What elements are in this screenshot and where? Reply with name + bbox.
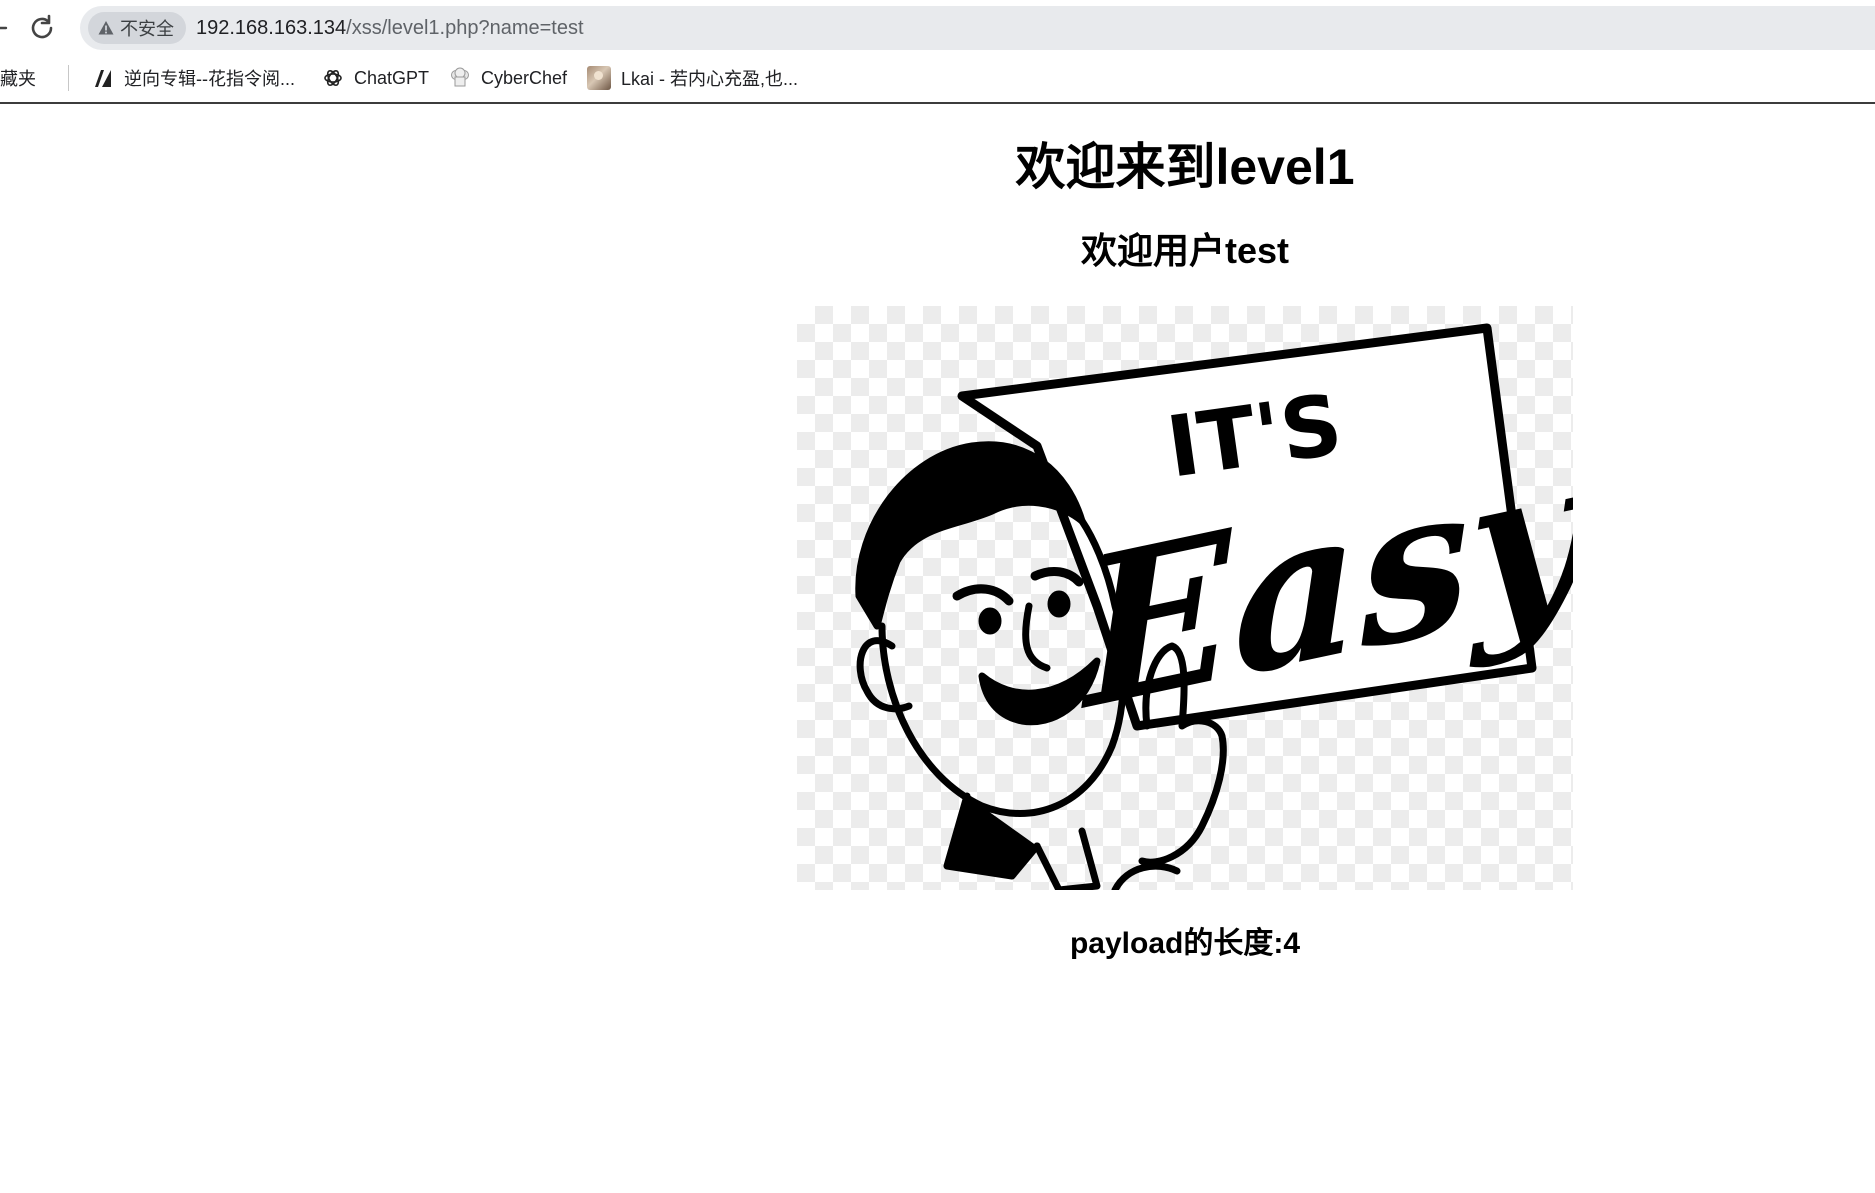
zhihu-style-icon [95, 70, 111, 87]
bookmark-label: Lkai - 若内心充盈,也... [621, 69, 799, 89]
its-easy-image: IT'S Easy [797, 306, 1573, 890]
chef-hat-icon [451, 67, 469, 87]
url-text[interactable]: 192.168.163.134/xss/level1.php?name=test [196, 6, 584, 50]
bookmark-folder-label: 收藏夹 [0, 69, 36, 89]
bookmark-item-chatgpt[interactable]: ChatGPT [322, 61, 429, 95]
bookmark-item-lkai[interactable]: Lkai - 若内心充盈,也... [587, 61, 798, 95]
browser-chrome: 不安全 192.168.163.134/xss/level1.php?name=… [0, 0, 1875, 104]
url-path: /xss/level1.php?name=test [346, 17, 584, 39]
browser-toolbar: 不安全 192.168.163.134/xss/level1.php?name=… [0, 0, 1875, 56]
bookmark-item-reverse[interactable]: 逆向专辑--花指令阅... [92, 61, 295, 95]
bookmark-label: 逆向专辑--花指令阅... [124, 69, 295, 89]
photo-avatar-icon [587, 66, 611, 90]
address-bar[interactable]: 不安全 192.168.163.134/xss/level1.php?name=… [80, 6, 1875, 50]
url-host: 192.168.163.134 [196, 17, 347, 39]
welcome-user-heading: 欢迎用户test [1080, 230, 1290, 271]
page-title: 欢迎来到level1 [1015, 139, 1355, 195]
security-chip[interactable]: 不安全 [88, 12, 186, 44]
bookmarks-divider [68, 65, 69, 91]
bookmark-item-cyberchef[interactable]: CyberChef [449, 61, 567, 95]
bookmark-folder[interactable]: 收藏夹 [0, 61, 36, 95]
page-content: 欢迎来到level1 欢迎用户test IT'S Easy payload的长度… [0, 104, 1875, 1193]
bookmarks-bar: 收藏夹 逆向专辑--花指令阅... ChatGPT [0, 58, 1875, 98]
payload-length: payload的长度:4 [1069, 927, 1301, 960]
openai-icon [324, 69, 342, 87]
back-arrow-icon[interactable] [0, 14, 8, 42]
bookmark-label: ChatGPT [354, 67, 430, 88]
security-label: 不安全 [120, 19, 174, 39]
reload-icon[interactable] [26, 12, 58, 44]
bookmark-label: CyberChef [481, 67, 568, 88]
warning-triangle-icon [98, 21, 114, 35]
